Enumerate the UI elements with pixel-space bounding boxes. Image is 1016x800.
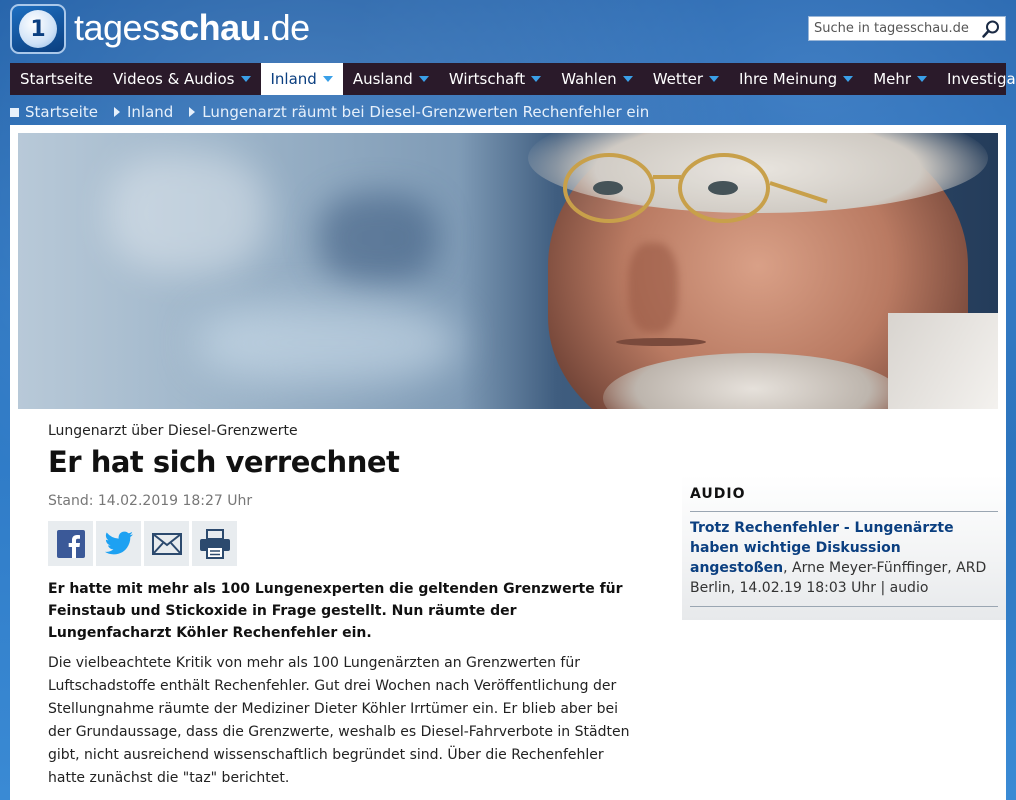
facebook-icon — [56, 529, 85, 558]
nav-item-label: Wetter — [652, 70, 704, 88]
nav-item-label: Investigativ — [947, 70, 1016, 88]
nav-item-label: Videos & Audios — [112, 70, 235, 88]
breadcrumb-item-startseite[interactable]: Startseite — [10, 103, 98, 121]
nav-item-ihre-meinung[interactable]: Ihre Meinung — [729, 63, 863, 95]
chevron-right-icon — [189, 107, 196, 117]
chevron-right-icon — [113, 107, 120, 117]
breadcrumb-label: Lungenarzt räumt bei Diesel-Grenzwerten … — [202, 103, 650, 121]
breadcrumb-item-current[interactable]: Lungenarzt räumt bei Diesel-Grenzwerten … — [189, 103, 649, 121]
print-button[interactable] — [192, 521, 237, 566]
chevron-down-icon[interactable] — [240, 76, 251, 82]
chevron-down-icon[interactable] — [709, 76, 720, 82]
tagesschau-logo-emblem[interactable]: 1 — [10, 4, 66, 54]
portrait-nose — [628, 243, 678, 333]
nav-item-startseite[interactable]: Startseite — [10, 63, 103, 95]
nav-item-mehr[interactable]: Mehr — [863, 63, 937, 95]
logo-wordmark[interactable]: tagesschau.de — [74, 6, 310, 50]
home-square-icon — [10, 107, 19, 117]
hero-background-shape — [198, 303, 458, 383]
audio-sidebar: AUDIO Trotz Rechenfehler - Lungenärzte h… — [682, 475, 1006, 620]
nav-item-wahlen[interactable]: Wahlen — [551, 63, 642, 95]
glasses-lens — [678, 153, 770, 223]
search-icon[interactable] — [981, 19, 1001, 39]
chevron-down-icon[interactable] — [531, 76, 542, 82]
nav-item-label: Inland — [270, 70, 317, 88]
logo-text-tld: .de — [261, 7, 310, 48]
article-timestamp: Stand: 14.02.2019 18:27 Uhr — [48, 493, 253, 509]
twitter-icon — [104, 531, 133, 554]
nav-item-label: Wirtschaft — [448, 70, 526, 88]
article-headline: Er hat sich verrechnet — [48, 445, 400, 479]
article-body: Die vielbeachtete Kritik von mehr als 10… — [48, 655, 630, 786]
chevron-down-icon[interactable] — [322, 76, 333, 82]
nav-item-ausland[interactable]: Ausland — [343, 63, 439, 95]
nav-item-label: Mehr — [873, 70, 912, 88]
header: 1 tagesschau.de — [0, 0, 1016, 62]
audio-section-title: AUDIO — [690, 475, 998, 512]
nav-item-wirtschaft[interactable]: Wirtschaft — [439, 63, 551, 95]
hero-background-shape — [318, 193, 438, 283]
logo-text-bold: schau — [159, 7, 262, 48]
main-navigation: Startseite Videos & Audios Inland Ausland Wi… — [10, 63, 1016, 95]
nav-item-investigativ[interactable]: Investigativ — [937, 63, 1016, 95]
breadcrumb-label: Startseite — [25, 103, 98, 121]
chevron-down-icon[interactable] — [622, 76, 633, 82]
nav-item-label: Ausland — [352, 70, 413, 88]
mail-icon — [151, 532, 182, 555]
chevron-down-icon[interactable] — [843, 76, 854, 82]
glasses-lens — [563, 153, 655, 223]
nav-item-label: Ihre Meinung — [739, 70, 838, 88]
audio-teaser: Trotz Rechenfehler - Lungenärzte haben w… — [690, 512, 998, 607]
print-icon — [199, 528, 230, 559]
portrait-shirt — [888, 313, 998, 409]
search-box — [808, 16, 1006, 41]
chevron-down-icon[interactable] — [917, 76, 928, 82]
breadcrumb-item-inland[interactable]: Inland — [113, 103, 174, 121]
share-bar — [48, 521, 638, 566]
nav-item-wetter[interactable]: Wetter — [643, 63, 729, 95]
search-input[interactable] — [809, 17, 979, 40]
nav-item-label: Startseite — [20, 70, 93, 88]
article: Lungenarzt über Diesel-Grenzwerte Er hat… — [48, 423, 638, 790]
ard-one-icon: 1 — [19, 10, 57, 48]
portrait-mouth — [616, 338, 706, 346]
nav-item-label: Wahlen — [561, 70, 617, 88]
nav-item-videos-audios[interactable]: Videos & Audios — [103, 63, 261, 95]
logo-text-light: tages — [74, 7, 160, 48]
glasses-bridge — [653, 175, 681, 179]
share-twitter-button[interactable] — [96, 521, 141, 566]
breadcrumb: Startseite Inland Lungenarzt räumt bei D… — [10, 101, 665, 123]
article-kicker: Lungenarzt über Diesel-Grenzwerte — [48, 423, 298, 439]
share-mail-button[interactable] — [144, 521, 189, 566]
hero-image — [18, 133, 998, 409]
nav-item-inland[interactable]: Inland — [260, 63, 343, 95]
hero-background-shape — [108, 153, 268, 273]
breadcrumb-label: Inland — [126, 103, 174, 121]
article-teaser: Er hatte mit mehr als 100 Lungenexperten… — [48, 581, 623, 641]
chevron-down-icon[interactable] — [418, 76, 429, 82]
content-panel: Lungenarzt über Diesel-Grenzwerte Er hat… — [10, 125, 1006, 800]
share-facebook-button[interactable] — [48, 521, 93, 566]
